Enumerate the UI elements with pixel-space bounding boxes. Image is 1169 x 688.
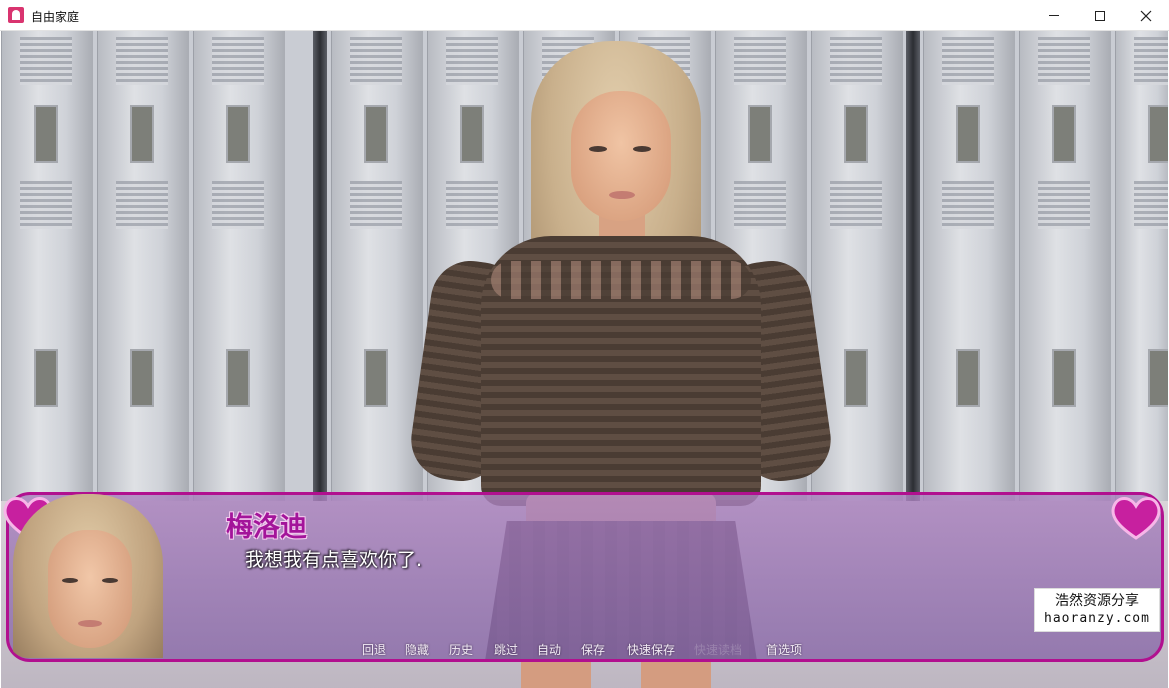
quick-menu-quick-load[interactable]: 快速读档 bbox=[694, 641, 742, 658]
quick-menu-quick-save[interactable]: 快速保存 bbox=[627, 641, 675, 658]
maximize-button[interactable] bbox=[1077, 0, 1123, 31]
quick-menu: 回退 隐藏 历史 跳过 自动 保存 快速保存 快速读档 首选项 bbox=[0, 641, 1167, 657]
close-button[interactable] bbox=[1123, 0, 1169, 31]
minimize-icon bbox=[1049, 15, 1059, 16]
window-title: 自由家庭 bbox=[31, 10, 80, 24]
dialogue-text: 我想我有点喜欢你了. bbox=[245, 549, 423, 571]
speaker-name: 梅洛迪 bbox=[226, 512, 307, 543]
watermark-url: haoranzy.com bbox=[1044, 611, 1150, 626]
locker-bank-right bbox=[923, 31, 1168, 501]
maximize-icon bbox=[1095, 10, 1105, 21]
minimize-button[interactable] bbox=[1031, 0, 1077, 31]
locker-bank-left bbox=[1, 31, 285, 501]
quick-menu-save[interactable]: 保存 bbox=[581, 641, 605, 658]
locker-gap bbox=[313, 31, 327, 501]
app-icon bbox=[8, 7, 24, 23]
side-portrait bbox=[8, 492, 168, 658]
dialogue-box[interactable] bbox=[6, 492, 1164, 662]
watermark: 浩然资源分享 haoranzy.com bbox=[1034, 588, 1160, 632]
quick-menu-auto[interactable]: 自动 bbox=[537, 641, 561, 658]
watermark-title: 浩然资源分享 bbox=[1055, 593, 1139, 609]
locker-gap bbox=[906, 31, 920, 501]
quick-menu-preferences[interactable]: 首选项 bbox=[766, 641, 802, 658]
quick-menu-rollback[interactable]: 回退 bbox=[362, 641, 386, 658]
close-icon bbox=[1140, 10, 1152, 21]
quick-menu-history[interactable]: 历史 bbox=[449, 641, 473, 658]
window-titlebar: 自由家庭 bbox=[0, 0, 1169, 31]
quick-menu-hide[interactable]: 隐藏 bbox=[405, 641, 429, 658]
heart-ornament-icon bbox=[1111, 497, 1161, 540]
quick-menu-skip[interactable]: 跳过 bbox=[494, 641, 518, 658]
